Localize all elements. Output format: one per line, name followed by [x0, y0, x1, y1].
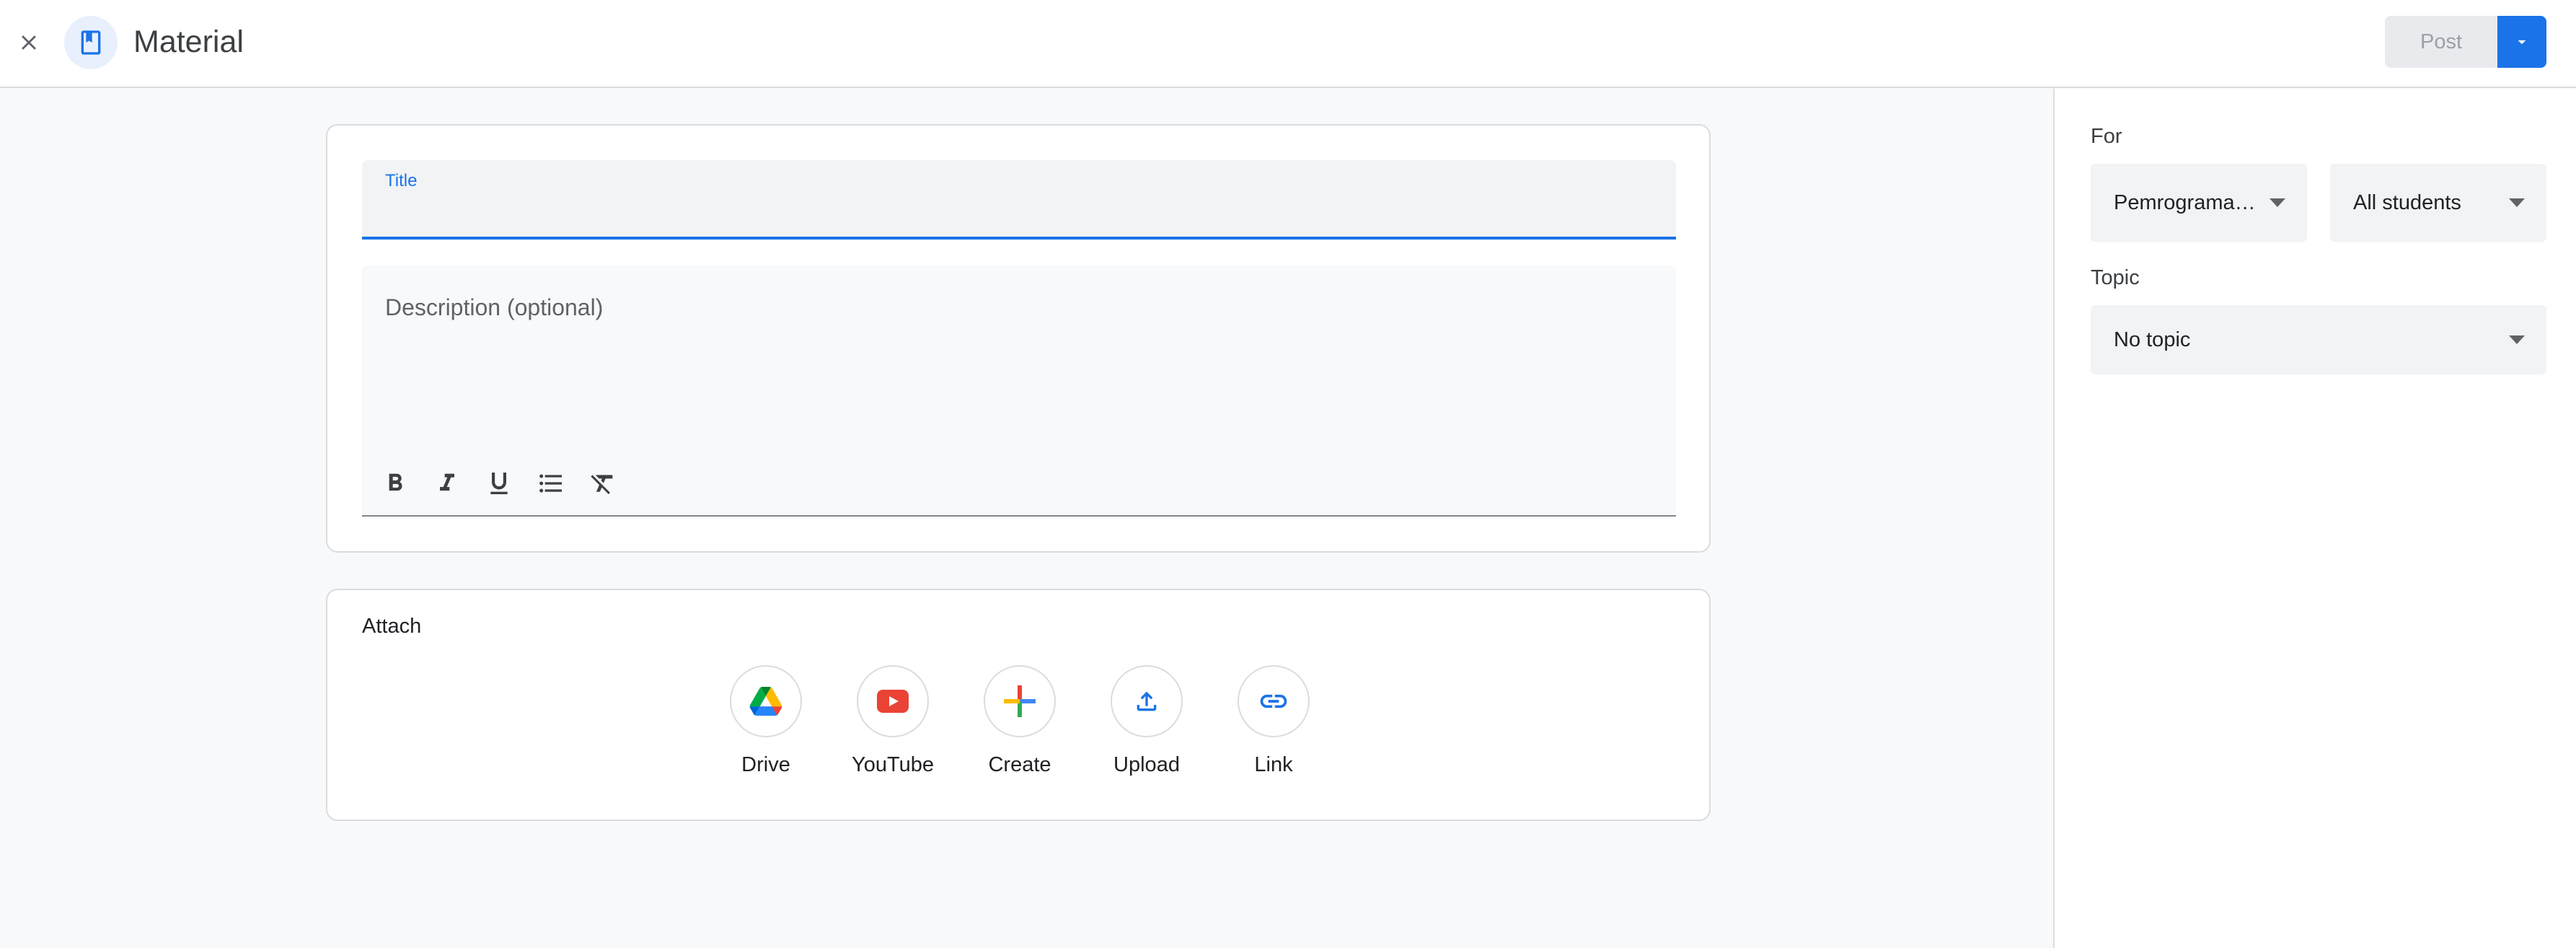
material-badge: [64, 16, 118, 69]
attach-create-label: Create: [988, 753, 1051, 776]
clear-formatting-icon: [591, 475, 613, 494]
close-icon: [22, 35, 36, 50]
attach-link-button[interactable]: Link: [1210, 665, 1337, 777]
title-input[interactable]: [385, 196, 1654, 228]
link-icon: [1260, 694, 1287, 708]
students-select[interactable]: All students: [2330, 164, 2546, 242]
attach-link-label: Link: [1254, 753, 1293, 776]
topic-select-value: No topic: [2114, 328, 2191, 351]
topic-select[interactable]: No topic: [2091, 305, 2546, 374]
students-select-value: All students: [2353, 190, 2461, 214]
bulleted-list-icon: [539, 474, 562, 493]
class-select[interactable]: Pemrograman Web: [2091, 164, 2307, 242]
google-drive-icon: [749, 687, 782, 716]
attach-upload-label: Upload: [1113, 753, 1180, 776]
attach-heading: Attach: [362, 615, 422, 638]
underline-button[interactable]: [473, 462, 525, 505]
top-bar: Material Post: [0, 0, 2576, 88]
attach-card: Attach Drive YouTube Create Upload Link: [326, 589, 1711, 821]
material-details-card: Title: [326, 124, 1711, 553]
title-field[interactable]: Title: [362, 160, 1676, 240]
post-options-button[interactable]: [2497, 16, 2546, 68]
for-label: For: [2091, 125, 2122, 148]
class-select-value: Pemrograman Web: [2114, 190, 2257, 214]
italic-icon: [440, 473, 454, 491]
description-input[interactable]: [385, 294, 1654, 439]
clear-formatting-button[interactable]: [577, 462, 629, 505]
class-select-caret-icon: [2270, 198, 2285, 207]
post-button-group: Post: [2385, 16, 2546, 68]
attach-drive-label: Drive: [741, 753, 790, 776]
bold-icon: [389, 473, 402, 491]
topic-label: Topic: [2091, 266, 2140, 289]
title-label: Title: [385, 171, 418, 190]
post-button[interactable]: Post: [2385, 16, 2497, 68]
attach-upload-button[interactable]: Upload: [1083, 665, 1210, 777]
topic-select-caret-icon: [2509, 335, 2525, 344]
underline-icon: [490, 473, 508, 494]
page-title: Material: [133, 25, 244, 59]
youtube-icon: [877, 690, 909, 713]
plus-icon: [1004, 685, 1036, 717]
attach-create-button[interactable]: Create: [956, 665, 1083, 777]
caret-down-icon: [2518, 40, 2526, 45]
bulleted-list-button[interactable]: [525, 462, 577, 505]
upload-icon: [1137, 691, 1157, 711]
bold-button[interactable]: [369, 462, 421, 505]
formatting-toolbar: [369, 462, 629, 505]
attach-youtube-label: YouTube: [852, 753, 934, 776]
description-field[interactable]: [362, 265, 1676, 517]
attach-drive-button[interactable]: Drive: [702, 665, 829, 777]
close-button[interactable]: [6, 19, 52, 66]
settings-sidebar: For Pemrograman Web All students Topic N…: [2053, 89, 2576, 948]
bookmark-book-icon: [81, 30, 101, 55]
attach-youtube-button[interactable]: YouTube: [829, 665, 956, 777]
students-select-caret-icon: [2509, 198, 2525, 207]
italic-button[interactable]: [421, 462, 473, 505]
